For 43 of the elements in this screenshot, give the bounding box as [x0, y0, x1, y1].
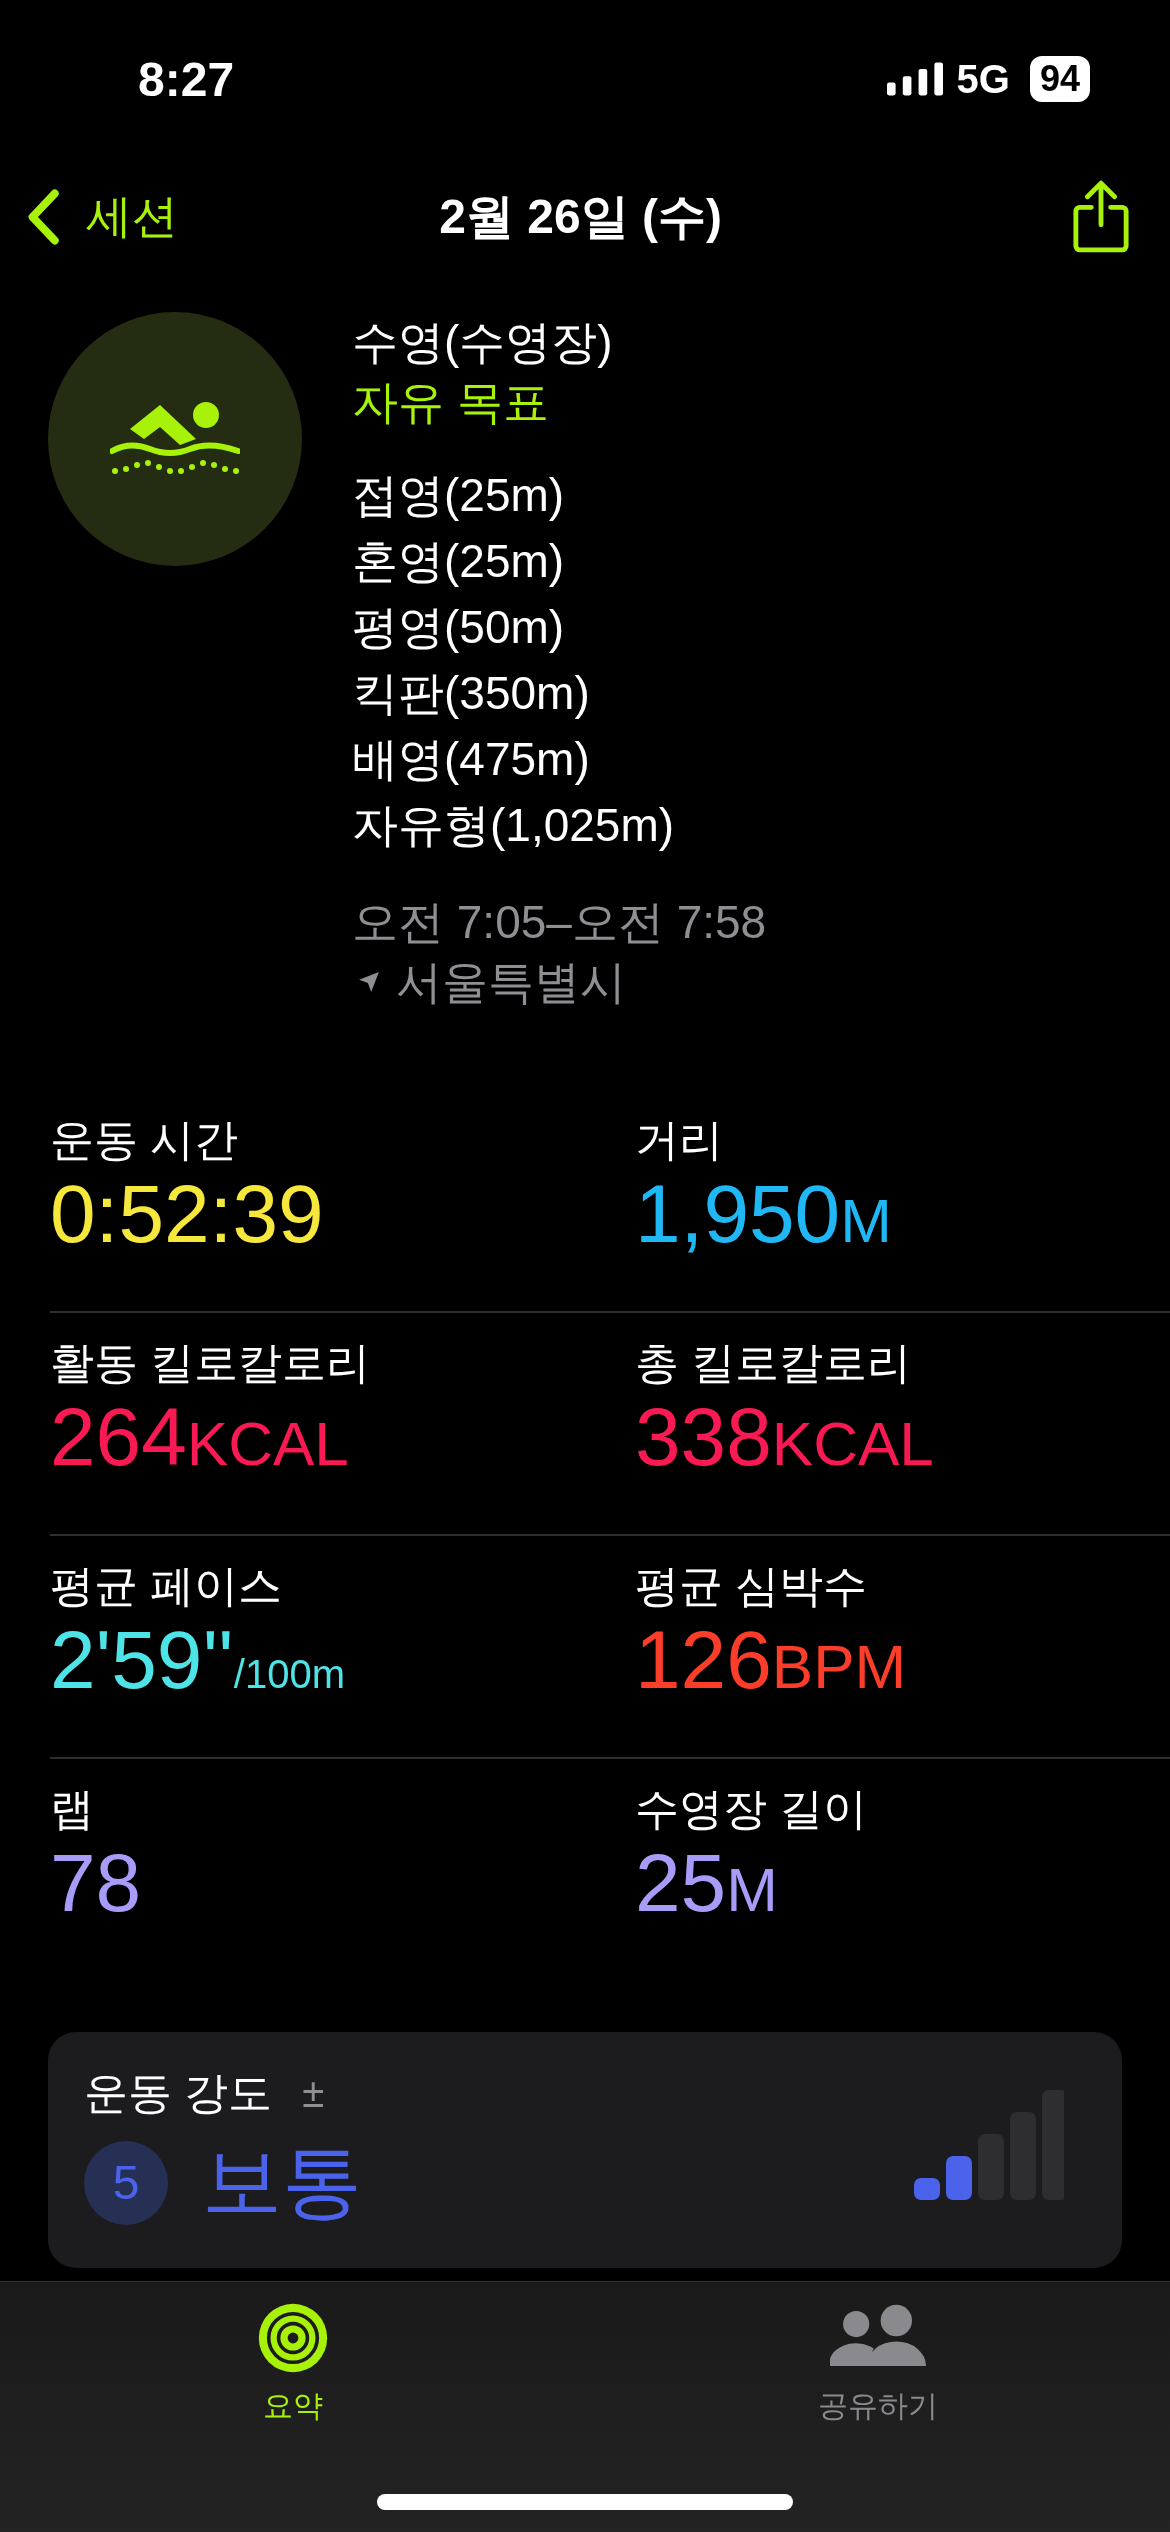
stat-label: 평균 심박수 — [635, 1560, 869, 1612]
location-label: 서울특별시 — [396, 955, 626, 1010]
stroke-distance: 자유형(1,025m) — [352, 798, 676, 853]
status-time: 8:27 — [138, 51, 235, 107]
tab-item[interactable]: 요약 — [0, 2282, 585, 2432]
stroke-distance: 배영(475m) — [352, 732, 591, 787]
signal-icon — [886, 62, 943, 96]
stroke-distance: 킥판(350m) — [352, 666, 591, 721]
stat-value: 338KCAL — [635, 1390, 935, 1484]
stroke-distance: 접영(25m) — [352, 468, 566, 523]
stat-value: 2'59''/100m — [50, 1613, 346, 1707]
time-range: 오전 7:05–오전 7:58 — [352, 895, 767, 950]
stat-value: 78 — [50, 1836, 143, 1930]
rings-icon — [256, 2302, 329, 2374]
stat-label: 수영장 길이 — [635, 1783, 869, 1835]
effort-card[interactable]: 운동 강도 ± 5 보통 — [48, 2032, 1122, 2268]
effort-rating: 보통 — [202, 2135, 362, 2228]
workout-goal: 자유 목표 — [352, 375, 550, 430]
stroke-distance: 혼영(25m) — [352, 534, 566, 589]
battery-level: 94 — [1029, 56, 1090, 102]
stat-label: 평균 페이스 — [50, 1560, 284, 1612]
back-chevron-icon — [26, 188, 60, 246]
stat-label: 총 킬로칼로리 — [635, 1337, 913, 1389]
page-title: 2월 26일 (수) — [439, 189, 722, 245]
tab-item[interactable]: 공유하기 — [585, 2282, 1170, 2432]
stat-value: 126BPM — [635, 1613, 908, 1707]
stat-label: 활동 킬로칼로리 — [50, 1337, 372, 1389]
stat-value: 264KCAL — [50, 1390, 350, 1484]
back-button[interactable]: 세션 — [26, 186, 440, 248]
stat-value: 1,950M — [635, 1167, 893, 1261]
workout-type: 수영(수영장) — [352, 315, 614, 370]
stroke-distance: 평영(50m) — [352, 600, 566, 655]
share-icon[interactable] — [1072, 180, 1130, 254]
stat-label: 운동 시간 — [50, 1114, 240, 1166]
stat-label: 랩 — [50, 1783, 95, 1835]
adjust-symbol: ± — [302, 2070, 325, 2116]
stat-value: 0:52:39 — [50, 1167, 325, 1261]
effort-score: 5 — [84, 2140, 168, 2225]
stat-label: 거리 — [635, 1114, 724, 1166]
network-label: 5G — [956, 56, 1010, 102]
location-arrow-icon — [358, 971, 380, 993]
stat-value: 25M — [635, 1836, 779, 1930]
effort-title: 운동 강도 — [84, 2066, 273, 2119]
